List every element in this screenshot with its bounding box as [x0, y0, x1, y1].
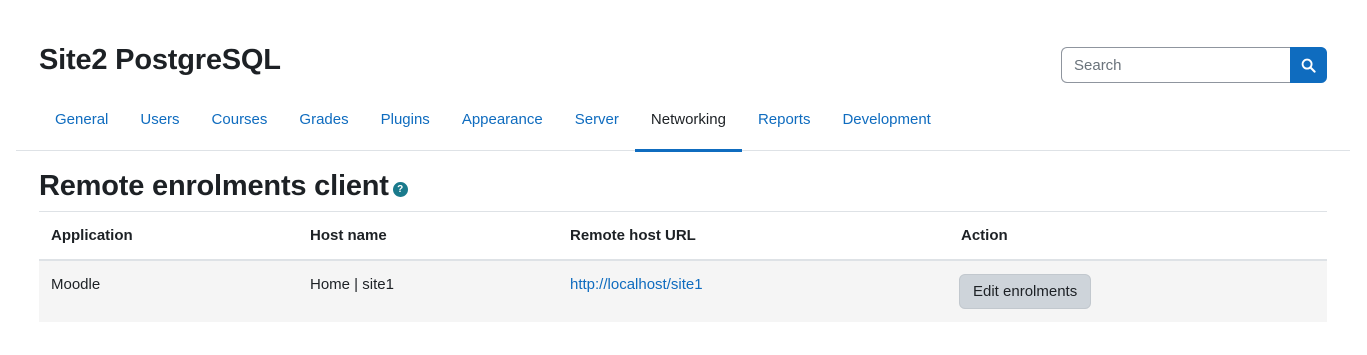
search-input[interactable] [1061, 47, 1291, 83]
table-row: Moodle Home | site1 http://localhost/sit… [39, 261, 1327, 322]
edit-enrolments-button[interactable]: Edit enrolments [959, 274, 1092, 309]
remote-hosts-table: Application Host name Remote host URL Ac… [39, 211, 1327, 322]
search-icon [1301, 58, 1316, 73]
tab-networking[interactable]: Networking [634, 100, 742, 152]
cell-application: Moodle [51, 276, 101, 293]
tab-reports[interactable]: Reports [742, 100, 827, 151]
tab-general[interactable]: General [39, 100, 124, 151]
cell-action: Edit enrolments [949, 274, 1327, 309]
tab-grades[interactable]: Grades [283, 100, 364, 151]
column-header-remote-host-url: Remote host URL [570, 227, 696, 244]
tab-development[interactable]: Development [826, 100, 946, 151]
search-form [1061, 47, 1327, 83]
cell-remote-host-url: http://localhost/site1 [558, 261, 949, 293]
search-button[interactable] [1290, 47, 1327, 83]
tab-appearance[interactable]: Appearance [446, 100, 559, 151]
column-header-action: Action [961, 227, 1008, 244]
table-header: Application Host name Remote host URL Ac… [39, 212, 1327, 261]
help-icon[interactable]: ? [392, 182, 408, 197]
tab-users[interactable]: Users [124, 100, 195, 151]
tab-courses[interactable]: Courses [196, 100, 284, 151]
page-heading: Remote enrolments client [39, 170, 389, 202]
site-title: Site2 PostgreSQL [39, 44, 281, 76]
heading-row: Remote enrolments client ? [39, 170, 408, 203]
column-header-host-name: Host name [310, 227, 387, 244]
column-header-application: Application [51, 227, 133, 244]
cell-host-name: Home | site1 [310, 276, 394, 293]
page: Site2 PostgreSQL General Users Courses G… [0, 0, 1367, 355]
remote-host-link[interactable]: http://localhost/site1 [570, 276, 703, 293]
tab-plugins[interactable]: Plugins [365, 100, 446, 151]
tab-server[interactable]: Server [559, 100, 635, 151]
admin-tabs: General Users Courses Grades Plugins App… [16, 100, 1350, 152]
